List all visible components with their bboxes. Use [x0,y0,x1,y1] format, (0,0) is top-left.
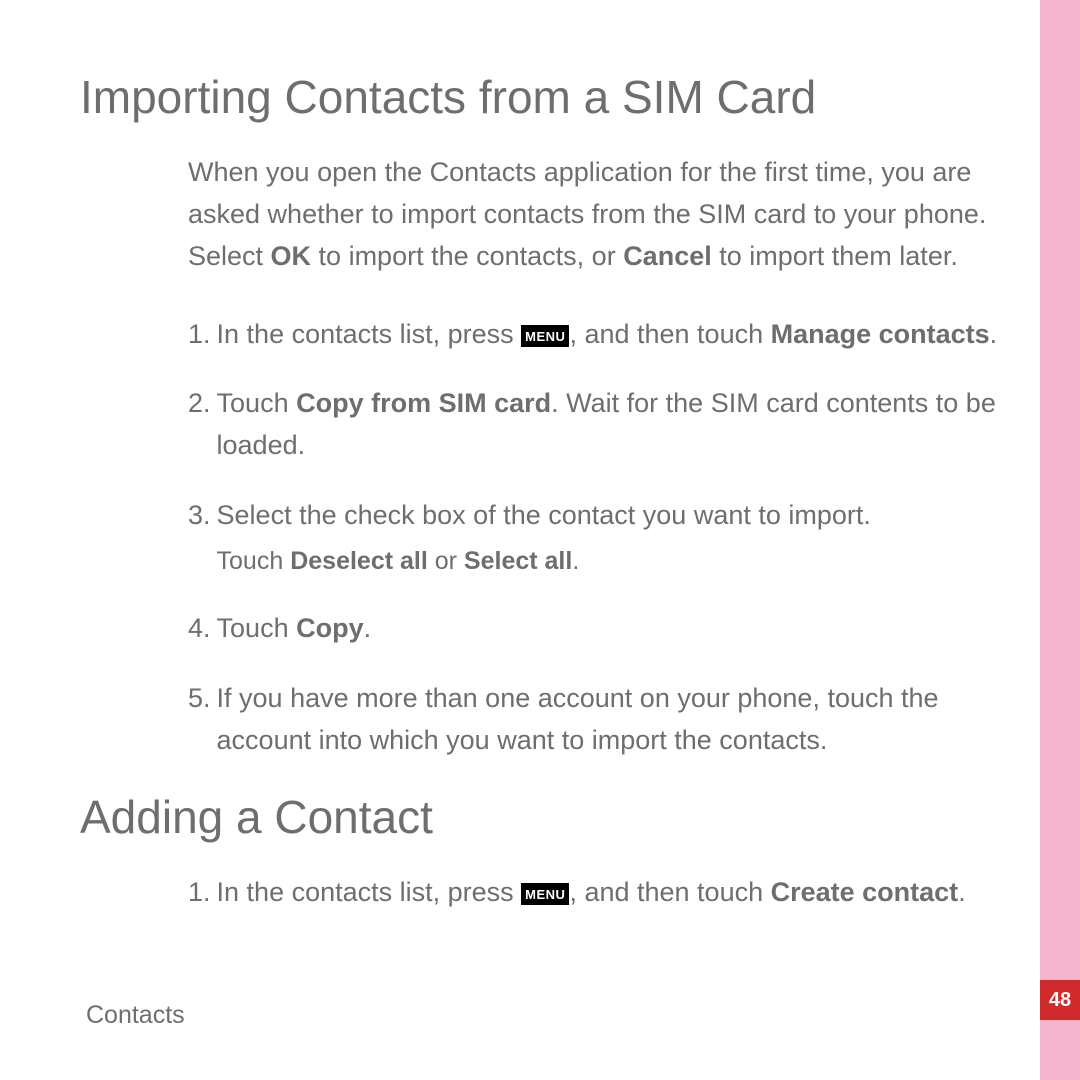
step-bold: Deselect all [290,547,428,575]
step-number: 5. [188,678,211,762]
step-text: . [364,613,372,643]
step-body: Touch Copy from SIM card. Wait for the S… [217,383,1000,467]
step-number: 4. [188,608,211,650]
menu-key-icon: MENU [521,883,569,905]
step-subtext: Touch Deselect all or Select all. [217,543,1000,581]
step-item: 1. In the contacts list, press MENU, and… [188,872,1000,914]
step-number: 1. [188,872,211,914]
footer-chapter-label: Contacts [86,1001,185,1030]
menu-key-icon: MENU [521,325,569,347]
step-text: Select the check box of the contact you … [217,500,871,530]
step-body: If you have more than one account on you… [217,678,1000,762]
step-text: , and then touch [569,319,770,349]
intro-text: to import them later. [712,241,958,271]
page-content: Importing Contacts from a SIM Card When … [80,70,1000,942]
step-number: 2. [188,383,211,467]
section-title-adding: Adding a Contact [80,790,1000,844]
step-bold: Copy from SIM card [296,388,551,418]
steps-list-importing: 1. In the contacts list, press MENU, and… [188,314,1000,762]
step-bold: Copy [296,613,364,643]
step-item: 3. Select the check box of the contact y… [188,495,1000,580]
side-stripe [1040,0,1080,1080]
step-body: In the contacts list, press MENU, and th… [217,872,1000,914]
step-item: 1. In the contacts list, press MENU, and… [188,314,1000,356]
intro-paragraph: When you open the Contacts application f… [188,152,1000,278]
step-bold: Create contact [771,877,959,907]
step-text: . [958,877,966,907]
step-bold: Select all [464,547,572,575]
step-number: 1. [188,314,211,356]
step-number: 3. [188,495,211,580]
step-text: or [428,547,464,575]
intro-bold-cancel: Cancel [623,241,712,271]
step-text: In the contacts list, press [217,319,522,349]
step-text: Touch [217,547,291,575]
step-body: Select the check box of the contact you … [217,495,1000,580]
step-body: Touch Copy. [217,608,1000,650]
step-text: , and then touch [569,877,770,907]
step-text: . [572,547,579,575]
section-title-importing: Importing Contacts from a SIM Card [80,70,1000,124]
step-bold: Manage contacts [771,319,990,349]
step-item: 2. Touch Copy from SIM card. Wait for th… [188,383,1000,467]
intro-bold-ok: OK [271,241,312,271]
page-number-tab: 48 [1040,980,1080,1020]
step-text: Touch [217,613,297,643]
step-text: Touch [217,388,297,418]
step-item: 5. If you have more than one account on … [188,678,1000,762]
step-body: In the contacts list, press MENU, and th… [217,314,1000,356]
step-text: If you have more than one account on you… [217,683,939,755]
intro-text: to import the contacts, or [311,241,623,271]
step-text: In the contacts list, press [217,877,522,907]
steps-list-adding: 1. In the contacts list, press MENU, and… [188,872,1000,914]
step-item: 4. Touch Copy. [188,608,1000,650]
step-text: . [990,319,998,349]
